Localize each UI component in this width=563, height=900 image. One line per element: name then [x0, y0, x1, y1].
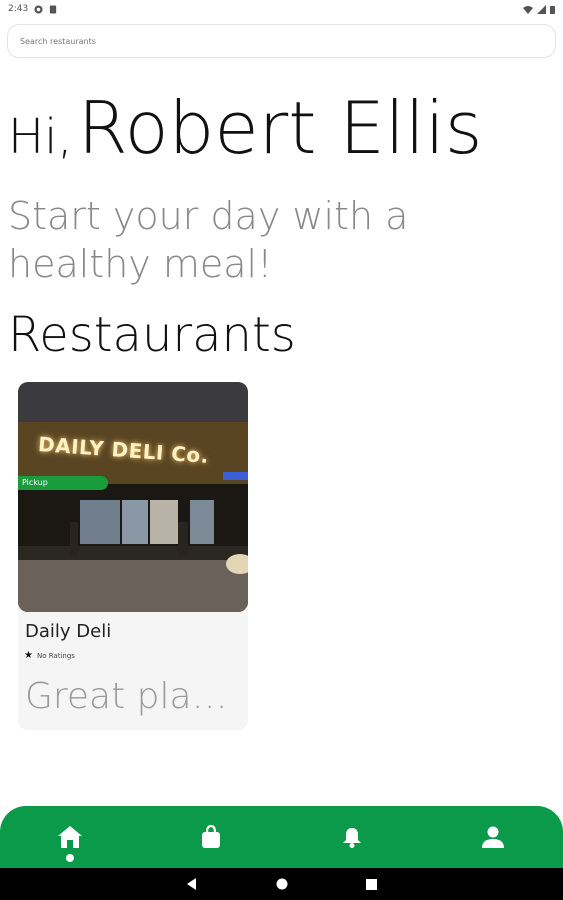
- restaurant-image: DAILY DELI Co. Pickup: [18, 382, 248, 612]
- back-icon[interactable]: [186, 878, 198, 890]
- nav-notifications[interactable]: [322, 812, 382, 862]
- search-input[interactable]: [18, 35, 555, 47]
- status-time: 2:43: [8, 4, 29, 14]
- greeting-hi: Hi,: [8, 109, 73, 165]
- sim-icon: [50, 4, 57, 14]
- signal-icon: [537, 4, 546, 14]
- rating-row: ★ No Ratings: [24, 650, 75, 661]
- active-indicator: [66, 854, 75, 862]
- status-bar: 2:43: [0, 0, 563, 18]
- profile-icon: [481, 826, 504, 848]
- star-icon: ★: [24, 650, 33, 661]
- search-bar[interactable]: [7, 24, 556, 58]
- system-navigation-bar: [0, 868, 563, 900]
- recents-icon[interactable]: [366, 878, 377, 890]
- home-icon: [58, 826, 83, 848]
- shopping-bag-icon: [202, 825, 221, 848]
- restaurant-name: Daily Deli: [25, 621, 112, 642]
- bell-icon: [342, 828, 361, 848]
- bottom-nav: [0, 806, 563, 868]
- nav-orders[interactable]: [181, 812, 241, 862]
- app-notification-icon: [34, 4, 43, 14]
- greeting-subtitle: Start your day with a healthy meal!: [8, 194, 409, 286]
- battery-icon: [550, 5, 555, 14]
- user-name: Robert Ellis: [77, 86, 483, 170]
- nav-profile[interactable]: [463, 812, 523, 862]
- pickup-badge: Pickup: [18, 476, 108, 490]
- nav-home[interactable]: [40, 812, 100, 862]
- restaurant-card[interactable]: DAILY DELI Co. Pickup Daily Deli ★ No Ra…: [18, 382, 248, 730]
- restaurants-heading: Restaurants: [8, 307, 296, 363]
- greeting: Hi, Robert Ellis: [8, 92, 482, 164]
- rating-text: No Ratings: [36, 651, 75, 660]
- home-circle-icon[interactable]: [276, 878, 288, 890]
- restaurant-description: Great plac...: [25, 676, 243, 717]
- wifi-icon: [523, 5, 533, 14]
